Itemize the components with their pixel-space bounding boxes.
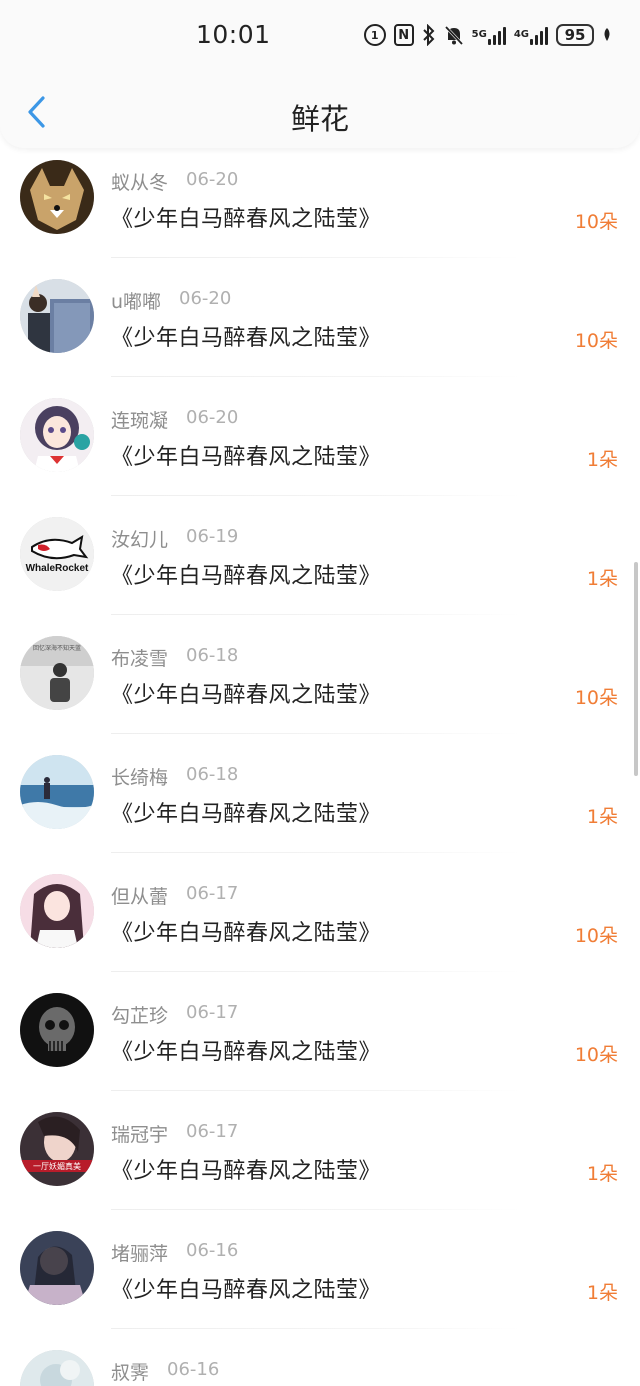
- status-bar: 10:01 1 N 5G 4G 95: [0, 0, 640, 72]
- gift-date: 06-20: [179, 288, 232, 309]
- flowers-page: 蚁从冬 06-20 《少年白马醉春风之陆莹》 10朵 u嘟嘟 06-20 《少年白马醉春风之…: [0, 0, 640, 1386]
- top-bar: 10:01 1 N 5G 4G 95 鲜花: [0, 0, 640, 148]
- signal-5g-label: 5G: [471, 29, 487, 40]
- list-item[interactable]: 连琬凝 06-20 《少年白马醉春风之陆莹》 1朵: [0, 338, 640, 496]
- list-item[interactable]: 但从蕾 06-17 《少年白马醉春风之陆莹》 10朵: [0, 814, 640, 972]
- gift-date: 06-19: [186, 526, 239, 547]
- timer-icon: 1: [363, 24, 386, 46]
- flower-gift-list[interactable]: 蚁从冬 06-20 《少年白马醉春风之陆莹》 10朵 u嘟嘟 06-20 《少年白马醉春风之…: [0, 100, 640, 1386]
- gift-date: 06-17: [186, 883, 239, 904]
- user-name[interactable]: 瑞冠宇: [111, 1120, 168, 1147]
- user-name[interactable]: 叔霁: [111, 1358, 149, 1385]
- svg-text:一厅妖媚真美: 一厅妖媚真美: [33, 1161, 81, 1171]
- signal-5g-icon: 5G: [472, 23, 506, 47]
- status-icons: 1 N 5G 4G 95: [363, 22, 612, 48]
- user-name[interactable]: 蚁从冬: [111, 168, 168, 195]
- gift-date: 06-17: [186, 1002, 239, 1023]
- mute-icon: [444, 23, 464, 47]
- list-item[interactable]: 一厅妖媚真美 瑞冠宇 06-17 《少年白马醉春风之陆莹》 1朵: [0, 1052, 640, 1210]
- list-item[interactable]: 回忆深海不知天蓝 布凌雪 06-18 《少年白马醉春风之陆莹》 10朵: [0, 576, 640, 734]
- gift-date: 06-18: [186, 645, 239, 666]
- svg-text:WhaleRocket: WhaleRocket: [26, 563, 89, 574]
- list-item[interactable]: WhaleRocket 汝幻儿 06-19 《少年白马醉春风之陆莹》 1朵: [0, 457, 640, 615]
- status-time: 10:01: [196, 20, 271, 49]
- user-name[interactable]: 布凌雪: [111, 644, 168, 671]
- battery-icon: 95: [556, 24, 594, 46]
- nfc-icon: N: [393, 24, 414, 46]
- page-title: 鲜花: [290, 102, 349, 136]
- battery-level: 95: [564, 26, 586, 44]
- scrollbar[interactable]: [634, 562, 638, 776]
- list-item[interactable]: u嘟嘟 06-20 《少年白马醉春风之陆莹》 10朵: [0, 219, 640, 377]
- gift-date: 06-18: [186, 764, 239, 785]
- user-name[interactable]: 但从蕾: [111, 882, 168, 909]
- list-item[interactable]: 勾芷珍 06-17 《少年白马醉春风之陆莹》 10朵: [0, 933, 640, 1091]
- list-item[interactable]: 叔霁 06-16: [0, 1290, 640, 1386]
- user-name[interactable]: 勾芷珍: [111, 1001, 168, 1028]
- list-item[interactable]: 堵骊萍 06-16 《少年白马醉春风之陆莹》 1朵: [0, 1171, 640, 1329]
- gift-date: 06-20: [186, 169, 239, 190]
- svg-text:回忆深海不知天蓝: 回忆深海不知天蓝: [33, 644, 81, 652]
- nav-bar: 鲜花: [0, 76, 640, 148]
- gift-date: 06-17: [186, 1121, 239, 1142]
- gift-date: 06-16: [167, 1359, 220, 1380]
- list-item[interactable]: 长绮梅 06-18 《少年白马醉春风之陆莹》 1朵: [0, 695, 640, 853]
- bluetooth-icon: [422, 23, 436, 47]
- user-name[interactable]: 汝幻儿: [111, 525, 168, 552]
- signal-4g-label: 4G: [513, 29, 529, 40]
- user-name[interactable]: 长绮梅: [111, 763, 168, 790]
- user-name[interactable]: 堵骊萍: [111, 1239, 168, 1266]
- gift-date: 06-20: [186, 407, 239, 428]
- signal-4g-icon: 4G: [514, 23, 548, 47]
- gift-date: 06-16: [186, 1240, 239, 1261]
- leaf-icon: [602, 23, 612, 47]
- avatar[interactable]: [20, 1350, 94, 1386]
- user-name[interactable]: u嘟嘟: [111, 287, 161, 314]
- user-name[interactable]: 连琬凝: [111, 406, 168, 433]
